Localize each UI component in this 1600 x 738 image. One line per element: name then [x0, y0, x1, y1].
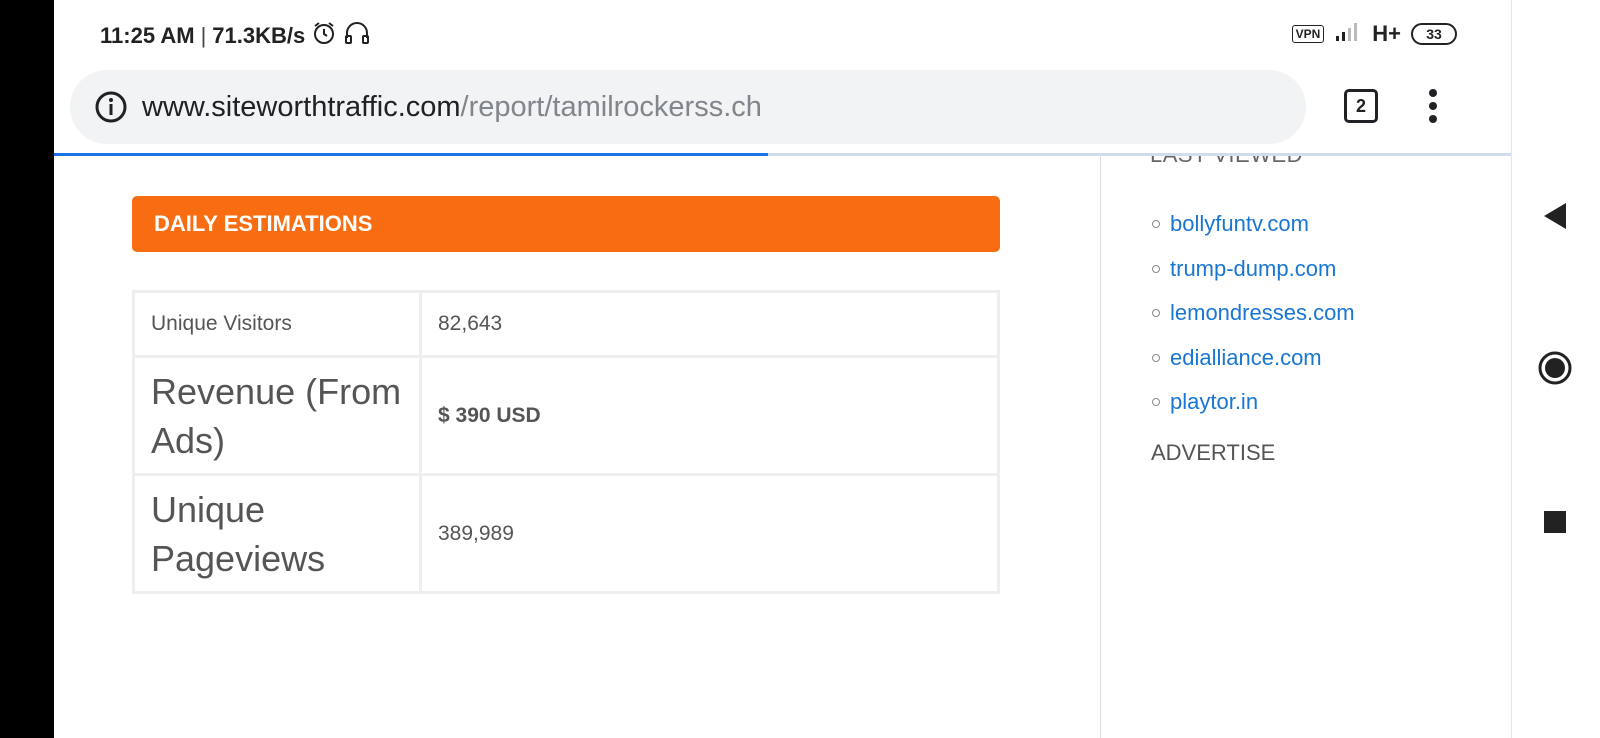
row-label: Revenue (From Ads) [132, 355, 422, 476]
list-item: playtor.in [1152, 380, 1355, 425]
bullet-icon [1152, 353, 1160, 362]
url-path: /report/tamilrockerss.ch [460, 90, 762, 123]
alarm-icon [311, 20, 337, 52]
last-viewed-heading: LAST VIEWED [1150, 156, 1303, 168]
list-item: lemondresses.com [1152, 291, 1355, 336]
list-item: edialliance.com [1152, 336, 1355, 381]
status-separator: | [200, 23, 207, 48]
row-value: 82,643 [419, 290, 1000, 358]
page-content: DAILY ESTIMATIONS Unique Visitors 82,643… [54, 156, 1511, 738]
vpn-badge: VPN [1291, 25, 1325, 43]
revenue-value: $ 390 USD [419, 355, 1000, 476]
last-viewed-list: bollyfuntv.com trump-dump.com lemondress… [1152, 202, 1355, 425]
tab-switcher-button[interactable]: 2 [1344, 89, 1378, 123]
last-viewed-link[interactable]: edialliance.com [1170, 345, 1322, 371]
daily-estimations-header: DAILY ESTIMATIONS [132, 196, 1000, 252]
bullet-icon [1152, 398, 1160, 407]
address-bar[interactable]: www.siteworthtraffic.com/report/tamilroc… [70, 70, 1306, 144]
back-icon[interactable] [1535, 196, 1575, 236]
last-viewed-link[interactable]: bollyfuntv.com [1170, 211, 1309, 237]
last-viewed-link[interactable]: lemondresses.com [1170, 300, 1355, 326]
battery-icon: 33 [1411, 23, 1457, 45]
advertise-heading: ADVERTISE [1151, 440, 1276, 465]
list-item: trump-dump.com [1152, 247, 1355, 292]
status-time: 11:25 AM [100, 23, 195, 48]
list-item: bollyfuntv.com [1152, 202, 1355, 247]
table-row: Unique Visitors 82,643 [132, 290, 1000, 358]
section-title: DAILY ESTIMATIONS [154, 211, 373, 236]
row-label: Unique Pageviews [132, 473, 422, 594]
bullet-icon [1152, 309, 1160, 318]
bullet-icon [1152, 220, 1160, 229]
screen-left-edge [0, 0, 54, 738]
network-speed: 71.3KB/s [212, 23, 306, 48]
row-value: 389,989 [419, 473, 1000, 594]
last-viewed-link[interactable]: trump-dump.com [1170, 256, 1336, 282]
sidebar-divider [1100, 156, 1101, 738]
bullet-icon [1152, 264, 1160, 273]
status-bar: 11:25 AM | 71.3KB/s VPN H+ 33 [54, 0, 1511, 68]
home-icon[interactable] [1535, 348, 1575, 388]
url-domain: www.siteworthtraffic.com [142, 90, 461, 123]
url-text: www.siteworthtraffic.com/report/tamilroc… [142, 91, 762, 124]
overflow-menu-icon[interactable] [1426, 86, 1440, 126]
signal-icon [1334, 20, 1362, 48]
row-label: Unique Visitors [132, 290, 422, 358]
last-viewed-link[interactable]: playtor.in [1170, 389, 1258, 415]
network-type: H+ [1372, 21, 1401, 46]
table-row: Revenue (From Ads) $ 390 USD [132, 355, 1000, 476]
browser-toolbar: www.siteworthtraffic.com/report/tamilroc… [54, 68, 1511, 156]
table-row: Unique Pageviews 389,989 [132, 473, 1000, 594]
headset-icon [343, 20, 371, 52]
info-icon[interactable] [94, 90, 128, 124]
estimations-table: Unique Visitors 82,643 Revenue (From Ads… [132, 290, 1000, 594]
recents-icon[interactable] [1535, 502, 1575, 542]
